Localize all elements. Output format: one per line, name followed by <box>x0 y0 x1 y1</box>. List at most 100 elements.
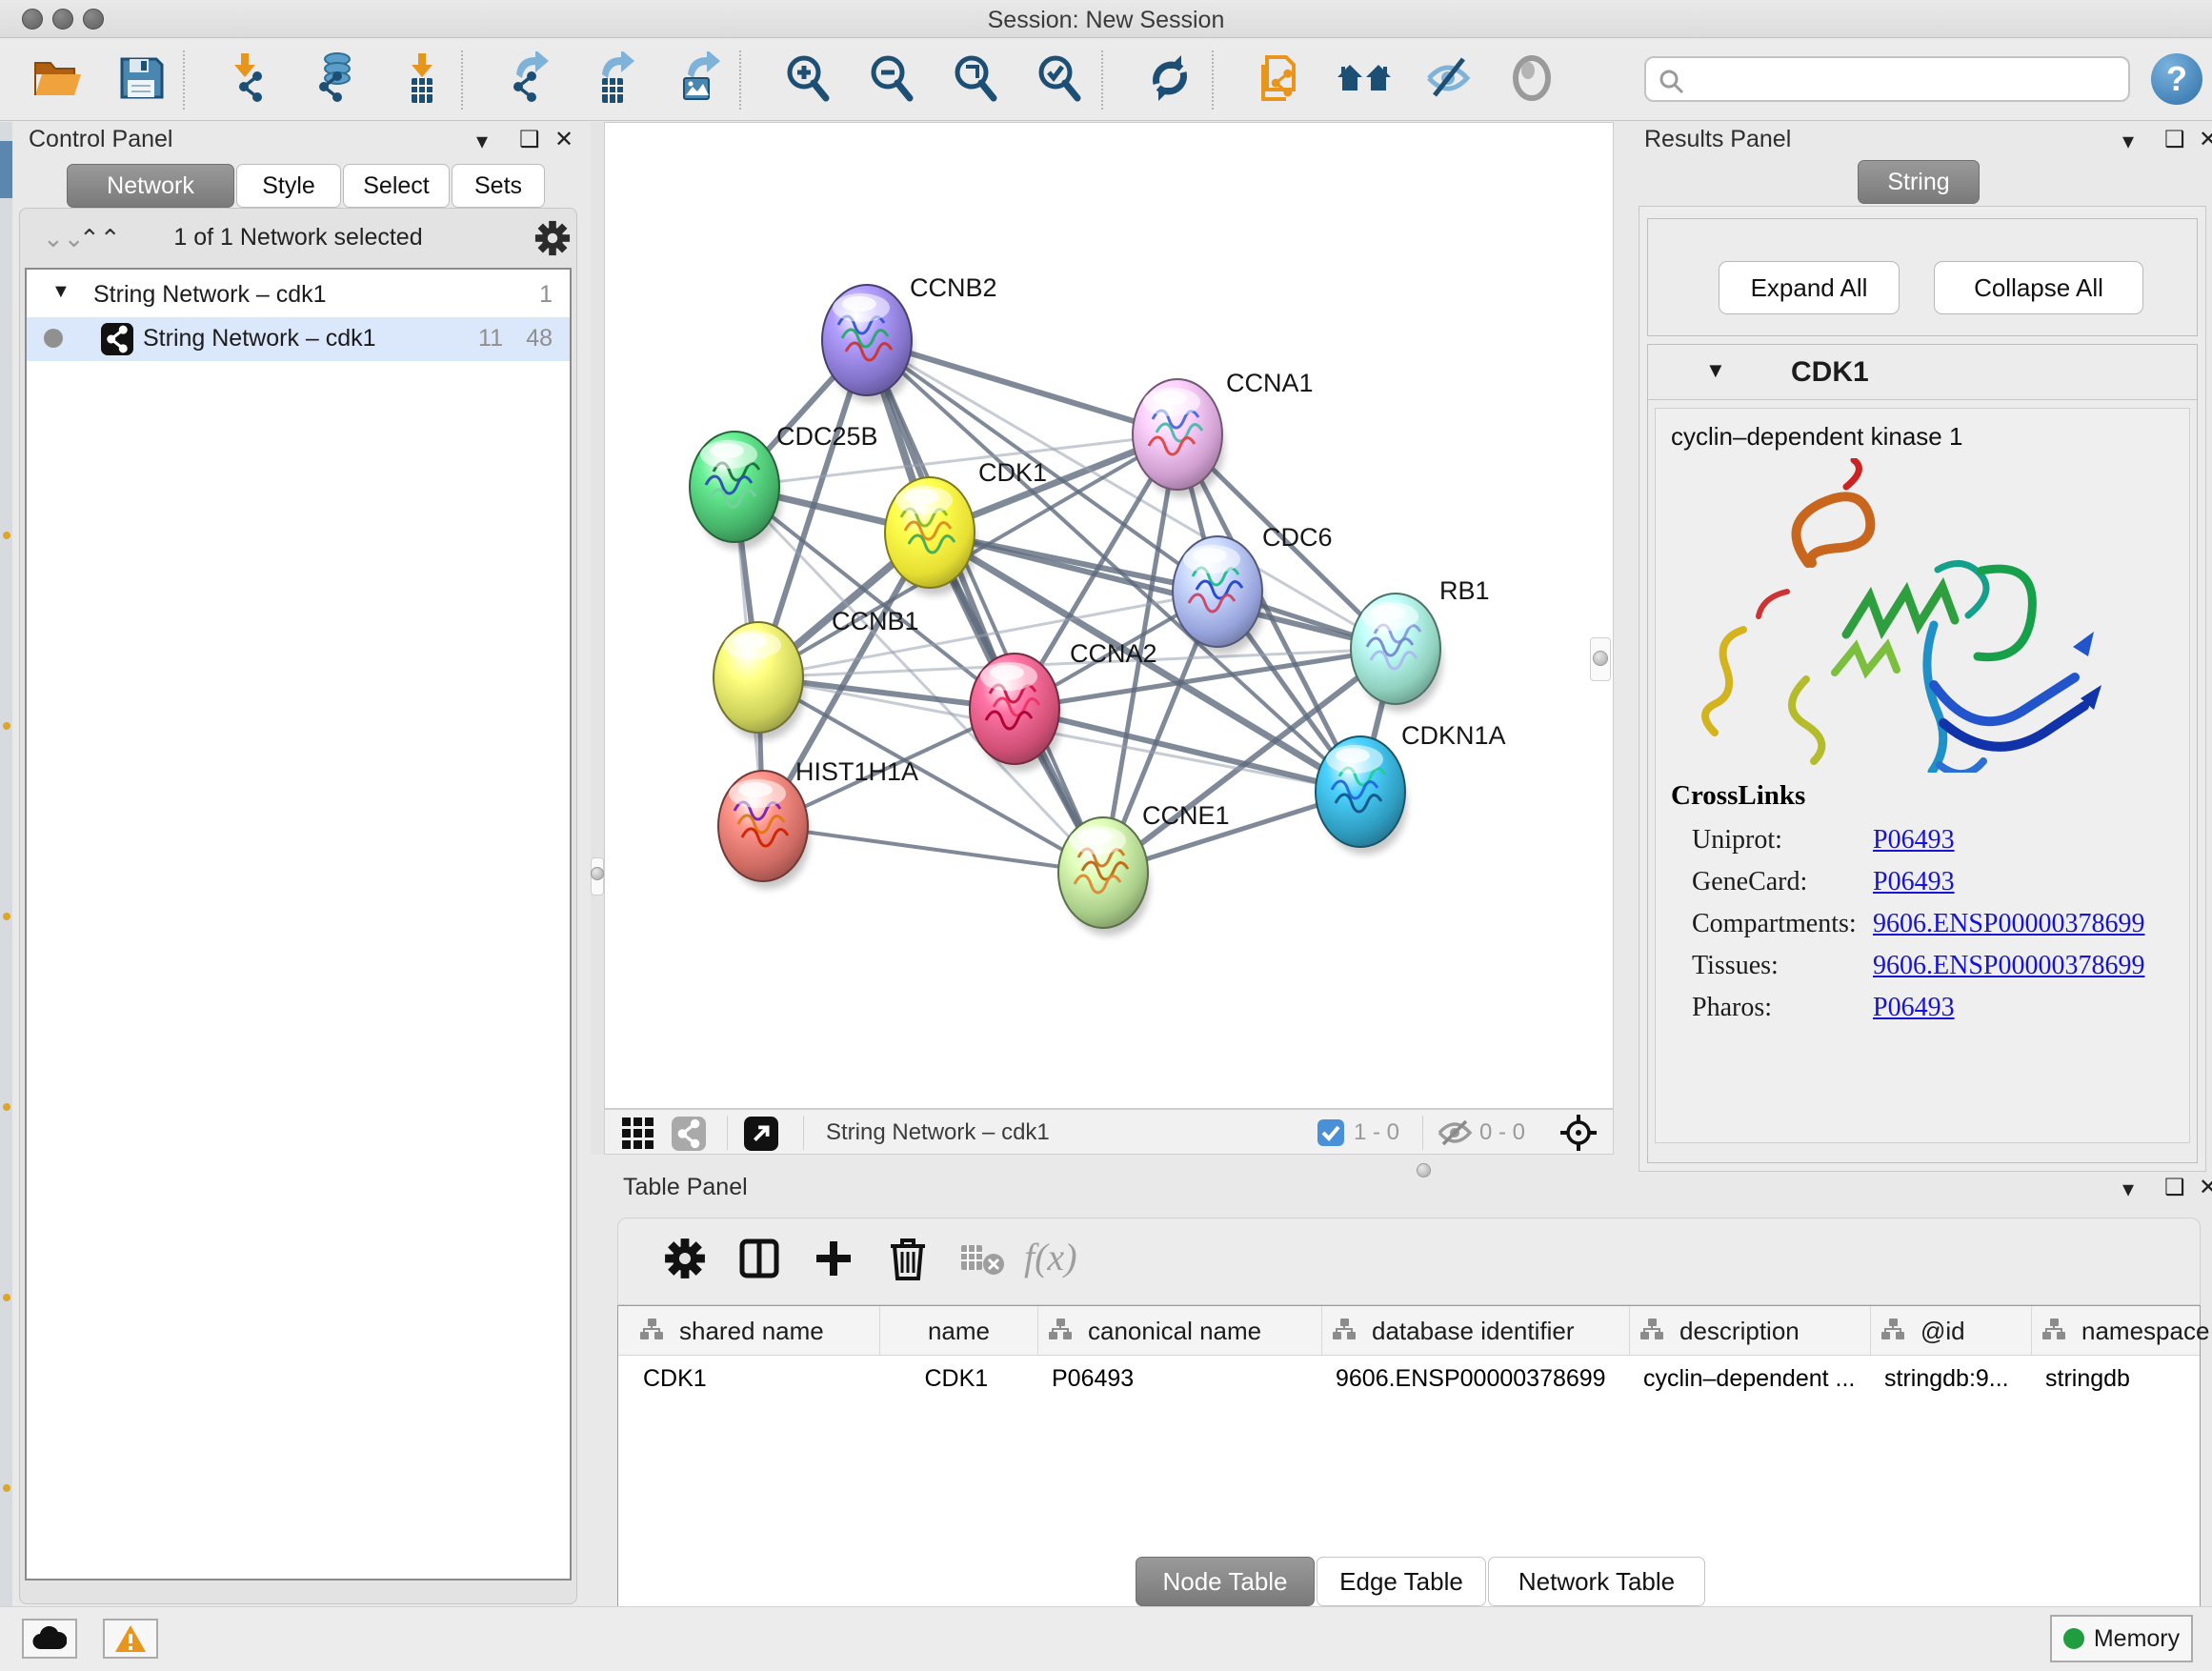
splitter-handle-icon[interactable] <box>1593 651 1608 666</box>
splitter-left[interactable] <box>591 122 604 1155</box>
expand-all-button[interactable]: Expand All <box>1719 261 1900 314</box>
open-in-browser-icon[interactable] <box>744 1117 778 1156</box>
network-row-selected[interactable]: String Network – cdk1 11 48 <box>27 317 570 361</box>
tab-network[interactable]: Network <box>67 164 234 208</box>
close-panel-icon[interactable]: ✕ <box>2199 126 2212 153</box>
network-collection-row[interactable]: ▼ String Network – cdk1 1 <box>27 273 570 317</box>
hidden-eye-icon[interactable] <box>1436 1117 1474 1153</box>
zoom-in-button[interactable] <box>779 51 836 109</box>
network-options-gear-icon[interactable] <box>534 220 571 261</box>
export-network-button[interactable] <box>501 51 558 109</box>
table-settings-gear-button[interactable] <box>656 1232 714 1289</box>
node-CCNE1[interactable] <box>1058 817 1150 936</box>
homes-button[interactable] <box>1336 51 1393 109</box>
node-CDC6[interactable] <box>1173 536 1264 654</box>
add-column-button[interactable] <box>805 1232 862 1289</box>
save-session-button[interactable] <box>112 51 170 109</box>
import-network-button[interactable] <box>223 51 280 109</box>
tab-select[interactable]: Select <box>343 164 450 208</box>
tab-edge-table[interactable]: Edge Table <box>1317 1557 1486 1606</box>
zoom-out-button[interactable] <box>863 51 920 109</box>
table-cell[interactable]: CDK1 <box>643 1365 875 1393</box>
hide-graphics-button[interactable] <box>1419 51 1477 109</box>
float-panel-icon[interactable]: ❑ <box>519 126 540 153</box>
warning-status-button[interactable] <box>103 1619 158 1659</box>
string-network-icon[interactable] <box>672 1117 706 1156</box>
help-icon[interactable]: ? <box>2151 53 2202 105</box>
crosslink-link[interactable]: 9606.ENSP00000378699 <box>1873 951 2144 981</box>
panel-menu-icon[interactable]: ▾ <box>2122 1176 2134 1203</box>
birdseye-grid-icon[interactable] <box>622 1117 654 1155</box>
crosslink-link[interactable]: P06493 <box>1873 993 1955 1023</box>
float-panel-icon[interactable]: ❑ <box>2164 1174 2185 1201</box>
tab-string[interactable]: String <box>1858 160 1980 204</box>
zoom-selected-button[interactable] <box>1031 51 1088 109</box>
protein-section-header[interactable]: ▼ CDK1 <box>1648 345 2197 400</box>
column-header-namespace[interactable]: namespace <box>2032 1306 2212 1356</box>
collapse-arrow-icon[interactable]: ▼ <box>51 281 70 303</box>
node-CCNA1[interactable] <box>1133 379 1224 497</box>
delete-column-button[interactable] <box>879 1232 936 1289</box>
column-header-description[interactable]: description <box>1630 1306 1871 1356</box>
column-header-canonicalname[interactable]: canonical name <box>1038 1306 1322 1356</box>
export-image-icon <box>671 51 724 110</box>
selected-checkbox-icon[interactable] <box>1317 1119 1344 1151</box>
control-panel: Control Panel ▾ ❑ ✕ NetworkStyleSelectSe… <box>13 122 591 1646</box>
node-CCNB1[interactable] <box>714 622 805 740</box>
node-CDC25B[interactable] <box>690 432 781 550</box>
import-database-button[interactable] <box>307 51 364 109</box>
network-view-canvas[interactable]: CCNB2CCNA1CDC25BCDK1CDC6RB1CCNB1CCNA2CDK… <box>604 122 1614 1109</box>
float-panel-icon[interactable]: ❑ <box>2164 126 2185 153</box>
table-cell[interactable]: 9606.ENSP00000378699 <box>1336 1365 1624 1393</box>
node-CCNA2[interactable] <box>970 654 1061 772</box>
crosslink-link[interactable]: P06493 <box>1873 825 1955 856</box>
table-cell[interactable]: CDK1 <box>924 1365 1063 1393</box>
column-header-name[interactable]: name <box>880 1306 1038 1356</box>
open-file-button[interactable] <box>29 51 86 109</box>
function-builder-button: f(x) <box>1028 1232 1085 1289</box>
node-CDK1[interactable] <box>885 477 976 595</box>
crosslink-link[interactable]: P06493 <box>1873 867 1955 897</box>
export-image-button[interactable] <box>669 51 726 109</box>
results-buttons-bar: Expand All Collapse All <box>1647 218 2198 336</box>
node-CDKN1A[interactable] <box>1316 736 1407 855</box>
export-table-button[interactable] <box>585 51 642 109</box>
network-graph[interactable]: CCNB2CCNA1CDC25BCDK1CDC6RB1CCNB1CCNA2CDK… <box>605 123 1613 1108</box>
table-cell[interactable]: cyclin–dependent ... <box>1643 1365 1865 1393</box>
search-input[interactable] <box>1644 56 2130 102</box>
birdseye-button[interactable] <box>1503 51 1560 109</box>
node-CCNB2[interactable] <box>822 285 914 403</box>
edge-HIST1H1A-CCNE1[interactable] <box>763 826 1103 873</box>
tab-network-table[interactable]: Network Table <box>1488 1557 1705 1606</box>
share-document-button[interactable] <box>1252 51 1309 109</box>
node-RB1[interactable] <box>1351 594 1442 712</box>
memory-button[interactable]: Memory <box>2050 1615 2193 1662</box>
column-header-id[interactable]: @id <box>1871 1306 2032 1356</box>
status-bar: Memory <box>0 1606 2212 1671</box>
tab-sets[interactable]: Sets <box>452 164 545 208</box>
refresh-layout-button[interactable] <box>1141 51 1198 109</box>
table-cell[interactable]: stringdb <box>2045 1365 2212 1393</box>
table-cell[interactable]: P06493 <box>1052 1365 1317 1393</box>
window-title: Session: New Session <box>0 7 2212 34</box>
split-columns-button[interactable] <box>731 1232 788 1289</box>
column-header-sharedname[interactable]: shared name <box>630 1306 880 1356</box>
cloud-status-button[interactable] <box>22 1619 77 1659</box>
collapse-arrow-icon[interactable]: ▼ <box>1705 358 1726 383</box>
zoom-fit-button[interactable] <box>947 51 1004 109</box>
close-panel-icon[interactable]: ✕ <box>554 126 573 153</box>
table-cell[interactable]: stringdb:9... <box>1884 1365 2026 1393</box>
close-panel-icon[interactable]: ✕ <box>2199 1174 2212 1201</box>
crosslink-link[interactable]: 9606.ENSP00000378699 <box>1873 909 2144 939</box>
tab-node-table[interactable]: Node Table <box>1136 1557 1315 1606</box>
collapse-all-button[interactable]: Collapse All <box>1934 261 2143 314</box>
node-HIST1H1A[interactable] <box>718 771 810 889</box>
splitter-handle-icon[interactable] <box>591 867 604 880</box>
tab-style[interactable]: Style <box>236 164 341 208</box>
split-columns-icon <box>738 1238 780 1284</box>
panel-menu-icon[interactable]: ▾ <box>2122 128 2134 155</box>
column-header-databaseidentifier[interactable]: database identifier <box>1322 1306 1630 1356</box>
import-table-button[interactable] <box>391 51 448 109</box>
fit-selected-crosshair-icon[interactable] <box>1559 1114 1598 1157</box>
panel-menu-icon[interactable]: ▾ <box>476 128 488 155</box>
